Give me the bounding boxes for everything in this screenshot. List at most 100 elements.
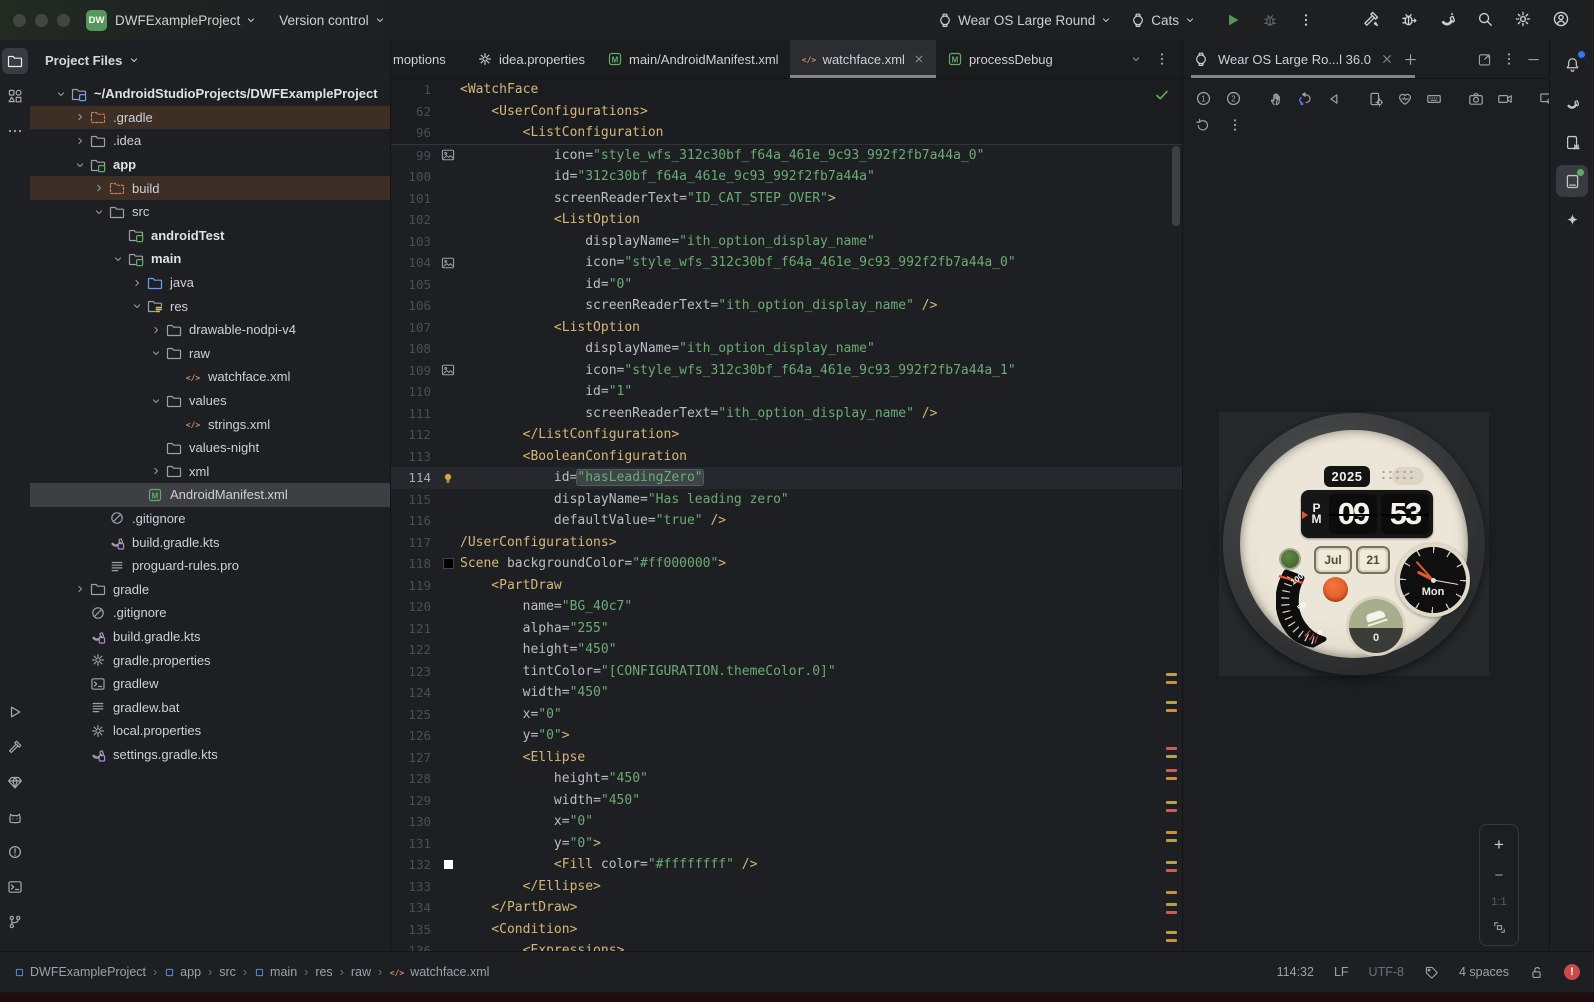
tree-item-java[interactable]: java bbox=[30, 271, 390, 295]
settings-button[interactable] bbox=[1514, 10, 1532, 28]
error-indicator[interactable]: ! bbox=[1564, 964, 1580, 980]
hand-mode-button[interactable] bbox=[1268, 91, 1284, 107]
gemini-tool[interactable] bbox=[1556, 204, 1588, 236]
breadcrumb-dwfexampleproject[interactable]: DWFExampleProject bbox=[14, 965, 146, 979]
tree-item-res[interactable]: res bbox=[30, 294, 390, 318]
app-quality-insights-tool[interactable] bbox=[2, 769, 28, 795]
window-close-button[interactable] bbox=[13, 13, 26, 27]
tab-idea-properties[interactable]: idea.properties bbox=[466, 40, 596, 78]
tab-watchface-xml[interactable]: </> watchface.xml bbox=[789, 40, 936, 78]
tree-item-main[interactable]: main bbox=[30, 247, 390, 271]
breadcrumb-raw[interactable]: raw bbox=[351, 965, 371, 979]
zoom-in-button[interactable]: + bbox=[1494, 835, 1504, 855]
code-editor[interactable]: 1 <WatchFace 62 <UserConfigurations> 96 <Li… bbox=[391, 79, 1182, 952]
tree-item--gitignore[interactable]: .gitignore bbox=[30, 601, 390, 625]
open-in-window-icon[interactable] bbox=[1477, 52, 1492, 67]
tab-moptions[interactable]: moptions bbox=[391, 40, 466, 78]
device-screen[interactable]: 2025 PM 09 53 Jul 21 100 50 0 0 Mon bbox=[1219, 412, 1489, 676]
stripe-mark[interactable] bbox=[1166, 755, 1177, 758]
notifications[interactable] bbox=[1556, 48, 1588, 80]
terminal-tool[interactable] bbox=[2, 874, 28, 900]
tab-main-androidmanifest-xml[interactable]: Mmain/AndroidManifest.xml bbox=[596, 40, 790, 78]
tree-item-build-gradle-kts[interactable]: build.gradle.kts bbox=[30, 625, 390, 649]
device-options-button[interactable] bbox=[1227, 117, 1243, 133]
logcat-tool[interactable] bbox=[2, 804, 28, 830]
project-tool[interactable] bbox=[2, 48, 28, 74]
zoom-out-button[interactable]: − bbox=[1495, 867, 1504, 884]
screen-record-button[interactable] bbox=[1497, 91, 1513, 107]
bulb-icon[interactable] bbox=[441, 471, 455, 485]
gradle-tool[interactable] bbox=[1556, 87, 1588, 119]
bookmark-tag-icon[interactable] bbox=[1424, 965, 1439, 980]
tree-item-src[interactable]: src bbox=[30, 200, 390, 224]
stripe-mark[interactable] bbox=[1166, 903, 1177, 906]
breadcrumb-watchface-xml[interactable]: </> watchface.xml bbox=[389, 964, 489, 980]
panel-options-icon[interactable] bbox=[1501, 51, 1517, 67]
stripe-mark[interactable] bbox=[1166, 869, 1177, 872]
tree-item-raw[interactable]: raw bbox=[30, 342, 390, 366]
stripe-mark[interactable] bbox=[1166, 801, 1177, 804]
tree-item--gitignore[interactable]: .gitignore bbox=[30, 507, 390, 531]
run-config-selector[interactable]: Cats bbox=[1130, 12, 1196, 28]
vcs-widget[interactable]: Version control bbox=[279, 13, 385, 28]
indent-setting[interactable]: 4 spaces bbox=[1459, 965, 1509, 979]
debug-button[interactable] bbox=[1262, 12, 1278, 28]
stripe-mark[interactable] bbox=[1166, 809, 1177, 812]
tree-item-values[interactable]: values bbox=[30, 389, 390, 413]
stripe-mark[interactable] bbox=[1166, 709, 1177, 712]
window-minimize-button[interactable] bbox=[35, 13, 48, 27]
close-icon[interactable] bbox=[1380, 52, 1394, 66]
back-button-button[interactable] bbox=[1326, 91, 1342, 107]
image-icon[interactable] bbox=[441, 256, 455, 270]
breadcrumb-main[interactable]: main bbox=[254, 965, 297, 979]
breadcrumb-src[interactable]: src bbox=[219, 965, 236, 979]
tree-item-app[interactable]: app bbox=[30, 153, 390, 177]
more-actions-icon[interactable] bbox=[1298, 12, 1314, 28]
resource-manager-tool[interactable] bbox=[2, 83, 28, 109]
project-panel-header[interactable]: Project Files bbox=[30, 40, 390, 80]
screenshot-button[interactable] bbox=[1468, 91, 1484, 107]
run-button[interactable] bbox=[1224, 11, 1242, 29]
stripe-mark[interactable] bbox=[1166, 701, 1177, 704]
tree-item-gradlew-bat[interactable]: gradlew.bat bbox=[30, 695, 390, 719]
tree-item-local-properties[interactable]: local.properties bbox=[30, 719, 390, 743]
build-button[interactable] bbox=[1362, 10, 1380, 28]
stripe-mark[interactable] bbox=[1166, 861, 1177, 864]
reset-view-button[interactable] bbox=[1195, 117, 1211, 133]
tree-item-proguard-rules-pro[interactable]: proguard-rules.pro bbox=[30, 554, 390, 578]
problems-tool[interactable] bbox=[2, 839, 28, 865]
gradle-sync-button[interactable] bbox=[1438, 10, 1456, 28]
line-ending[interactable]: LF bbox=[1334, 965, 1349, 979]
run-tool[interactable] bbox=[2, 699, 28, 725]
tree-item-settings-gradle-kts[interactable]: settings.gradle.kts bbox=[30, 743, 390, 767]
tab-list-dropdown[interactable] bbox=[1130, 53, 1142, 65]
version-control-tool[interactable] bbox=[2, 909, 28, 935]
account-button[interactable] bbox=[1552, 10, 1570, 28]
image-icon[interactable] bbox=[441, 363, 455, 377]
stripe-mark[interactable] bbox=[1166, 831, 1177, 834]
device-manager-tool[interactable] bbox=[1556, 126, 1588, 158]
tree-item-build-gradle-kts[interactable]: build.gradle.kts bbox=[30, 530, 390, 554]
display-2-button[interactable]: 2 bbox=[1225, 90, 1242, 107]
tab-processdebug[interactable]: MprocessDebug bbox=[936, 40, 1065, 78]
project-widget[interactable]: DWFExampleProject bbox=[115, 13, 257, 28]
tree-item--idea[interactable]: .idea bbox=[30, 129, 390, 153]
breadcrumb-app[interactable]: app bbox=[164, 965, 201, 979]
stripe-mark[interactable] bbox=[1166, 777, 1177, 780]
stripe-mark[interactable] bbox=[1166, 939, 1177, 942]
tree-item--androidstudioprojects-dwfexampleproject[interactable]: ~/AndroidStudioProjects/DWFExampleProjec… bbox=[30, 82, 390, 106]
color-swatch-black[interactable] bbox=[442, 558, 454, 570]
tree-item--gradle[interactable]: .gradle bbox=[30, 105, 390, 130]
stripe-mark[interactable] bbox=[1166, 931, 1177, 934]
device-settings-button[interactable] bbox=[1368, 91, 1384, 107]
more-tools[interactable] bbox=[2, 118, 28, 144]
close-icon[interactable] bbox=[913, 53, 925, 65]
profiler-button[interactable] bbox=[1400, 10, 1418, 28]
build-tool[interactable] bbox=[2, 734, 28, 760]
search-button[interactable] bbox=[1476, 10, 1494, 28]
device-selector[interactable]: Wear OS Large Round bbox=[937, 12, 1112, 28]
breadcrumb-res[interactable]: res bbox=[315, 965, 332, 979]
tree-item-values-night[interactable]: values-night bbox=[30, 436, 390, 460]
display-1-button[interactable]: 1 bbox=[1195, 90, 1212, 107]
file-encoding[interactable]: UTF-8 bbox=[1369, 965, 1404, 979]
